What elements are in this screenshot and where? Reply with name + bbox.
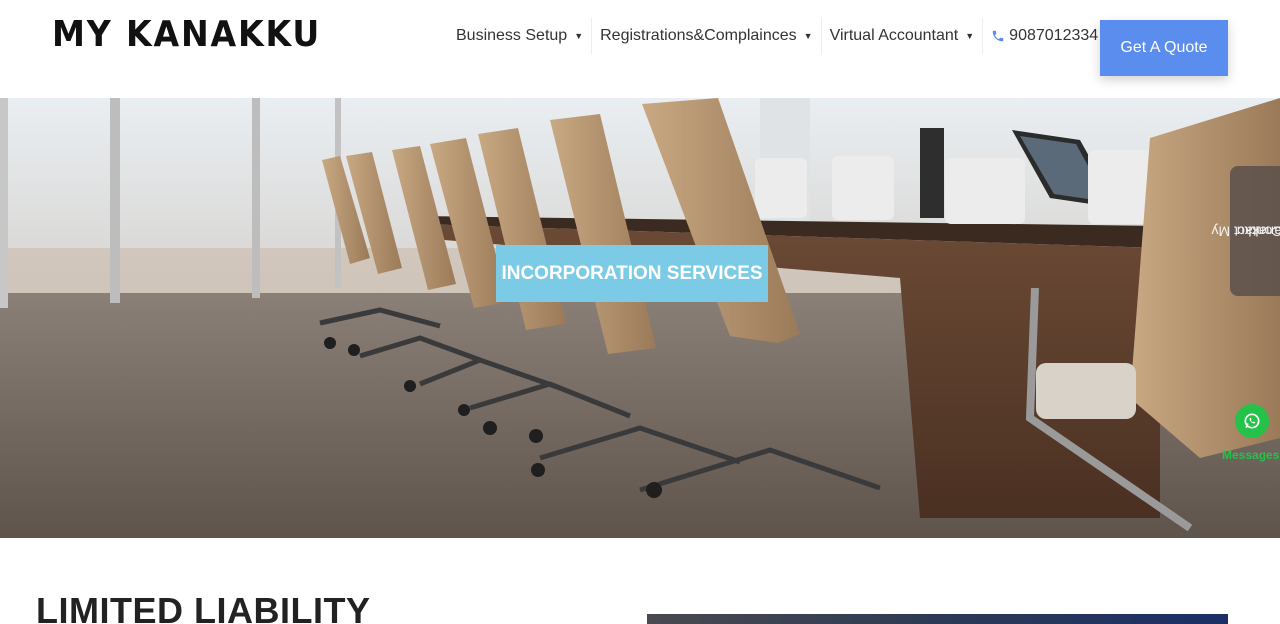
contact-tab-label: Contact MyKanakku	[1211, 196, 1280, 267]
contact-tab-line-2: Kanakku	[1236, 223, 1280, 240]
hero-conference-room-image	[0, 98, 1280, 538]
main-nav: Business Setup ▼ Registrations&Complainc…	[448, 18, 1104, 54]
whatsapp-button[interactable]	[1235, 404, 1269, 438]
caret-down-icon: ▼	[574, 31, 584, 41]
nav-business-setup[interactable]: Business Setup ▼	[448, 18, 593, 54]
phone-icon	[992, 30, 1004, 42]
section-image	[647, 614, 1228, 624]
hero-banner: INCORPORATION SERVICES	[0, 98, 1280, 538]
nav-virtual-accountant[interactable]: Virtual Accountant ▼	[822, 18, 984, 54]
whatsapp-icon	[1244, 413, 1260, 429]
phone-number: 9087012334	[1009, 27, 1099, 44]
get-a-quote-button[interactable]: Get A Quote	[1100, 20, 1228, 76]
caret-down-icon: ▼	[965, 31, 975, 41]
section-title: LIMITED LIABILITY	[36, 590, 371, 624]
caret-down-icon: ▼	[803, 31, 813, 41]
nav-virtual-accountant-label: Virtual Accountant	[829, 27, 959, 44]
contact-my-kanakku-tab[interactable]: Contact MyKanakku	[1211, 166, 1280, 296]
site-logo[interactable]: MY KANAKKU	[52, 14, 321, 55]
nav-business-setup-label: Business Setup	[456, 27, 568, 44]
nav-phone-link[interactable]: 9087012334	[983, 18, 1104, 54]
site-header: MY KANAKKU Business Setup ▼ Registration…	[0, 0, 1280, 98]
nav-registrations[interactable]: Registrations&Complainces ▼	[592, 18, 822, 54]
incorporation-services-button[interactable]: INCORPORATION SERVICES	[496, 245, 768, 302]
nav-registrations-label: Registrations&Complainces	[600, 27, 797, 44]
whatsapp-messages-label: Messages	[1222, 448, 1280, 462]
